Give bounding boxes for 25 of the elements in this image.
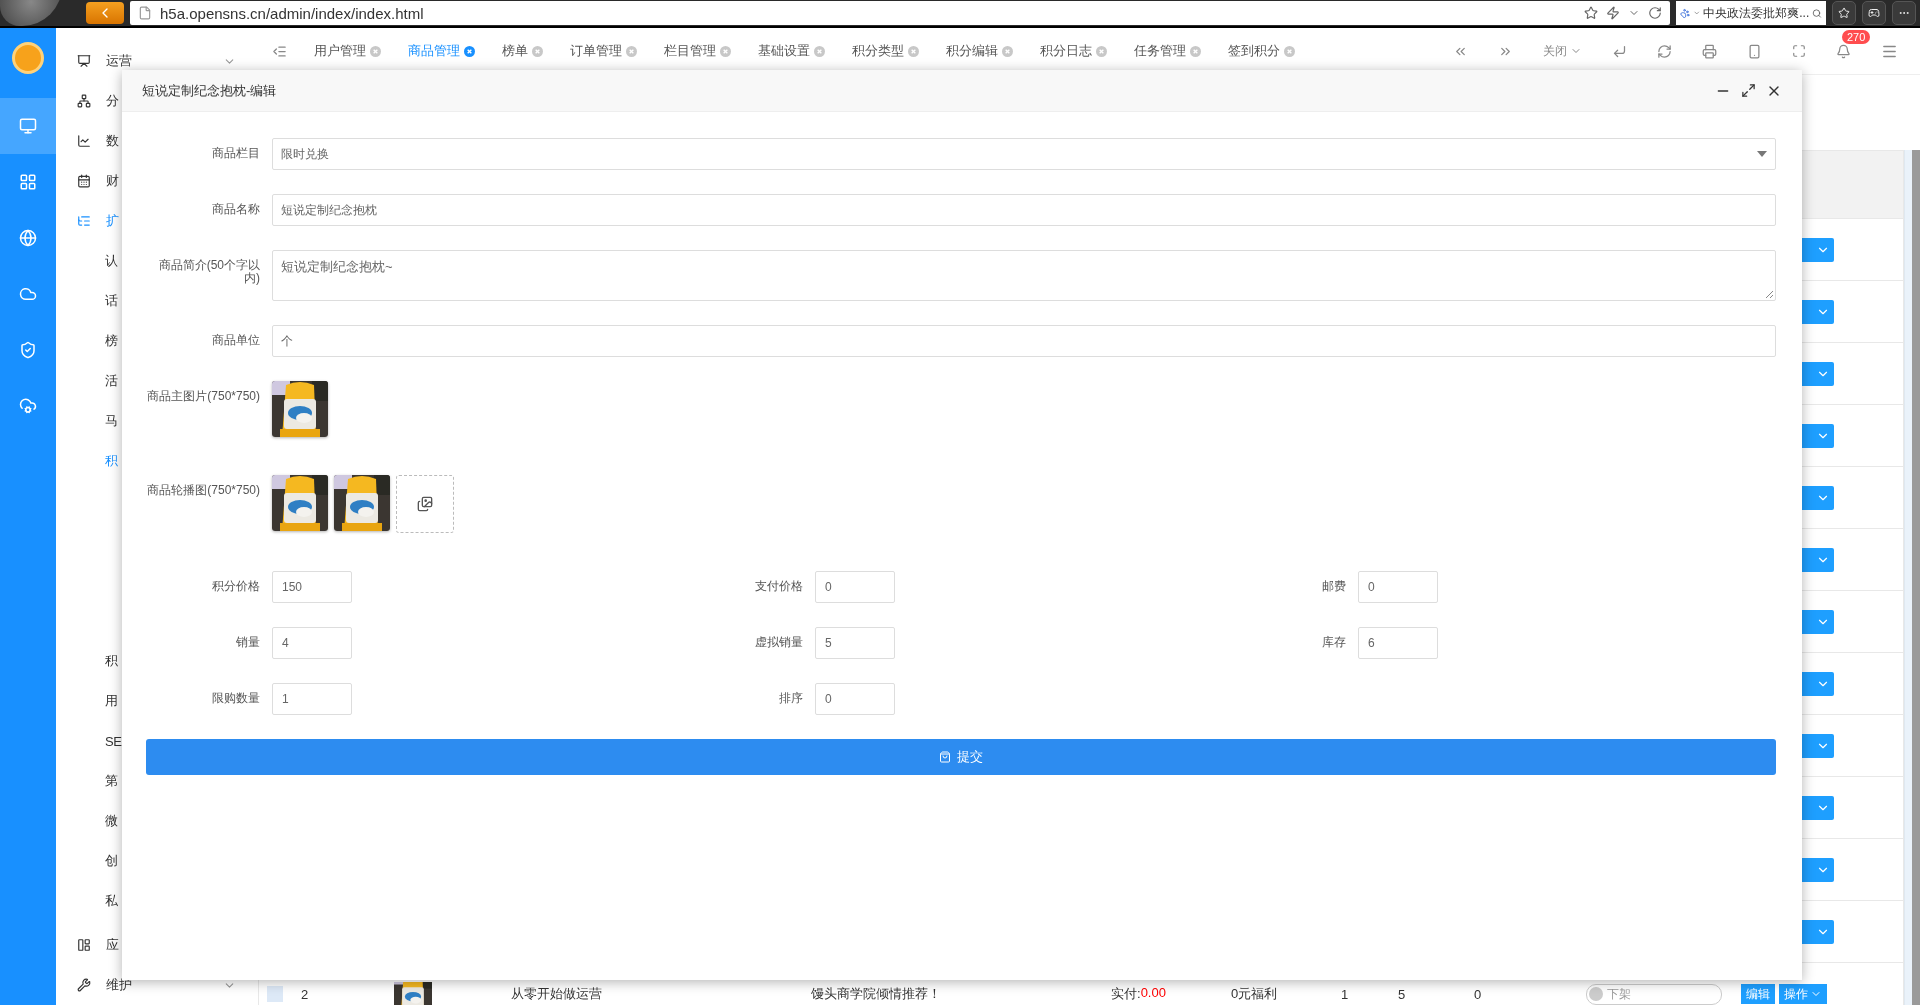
field-label: 商品轮播图(750*750) xyxy=(146,482,260,499)
search-text: 中央政法委批郑爽... xyxy=(1703,4,1810,22)
table-cell-text: 5 xyxy=(1397,986,1407,1002)
field-label: 邮费 xyxy=(1321,578,1346,595)
field-label: 商品简介(50个字以内) xyxy=(157,257,260,287)
table-cell-text: 1 xyxy=(1340,986,1350,1002)
table-cell-text: 0元福利 xyxy=(1230,985,1279,1003)
table-cell-text: 从零开始做运营 xyxy=(510,985,603,1003)
field-label: 积分价格 xyxy=(211,578,260,595)
field-label: 支付价格 xyxy=(754,578,803,595)
field-label: 商品名称 xyxy=(211,201,260,218)
field-label: 销量 xyxy=(235,634,260,651)
field-label: 商品主图片(750*750) xyxy=(146,388,260,405)
field-label: 商品栏目 xyxy=(211,145,260,162)
table-cell-text: 实付:0.00 xyxy=(1110,985,1167,1003)
table-cell-text: 馒头商学院倾情推荐！ xyxy=(810,985,942,1003)
field-label: 虚拟销量 xyxy=(754,634,803,651)
field-label: 库存 xyxy=(1321,634,1346,651)
field-label: 排序 xyxy=(778,690,803,707)
table-cell-text: 0 xyxy=(1473,986,1483,1002)
field-label: 限购数量 xyxy=(211,690,260,707)
table-cell-text: 2 xyxy=(300,986,310,1002)
notification-badge: 270 xyxy=(1842,29,1871,44)
dialog-title: 短说定制纪念抱枕-编辑 xyxy=(142,81,278,100)
field-label: 商品单位 xyxy=(211,332,260,349)
